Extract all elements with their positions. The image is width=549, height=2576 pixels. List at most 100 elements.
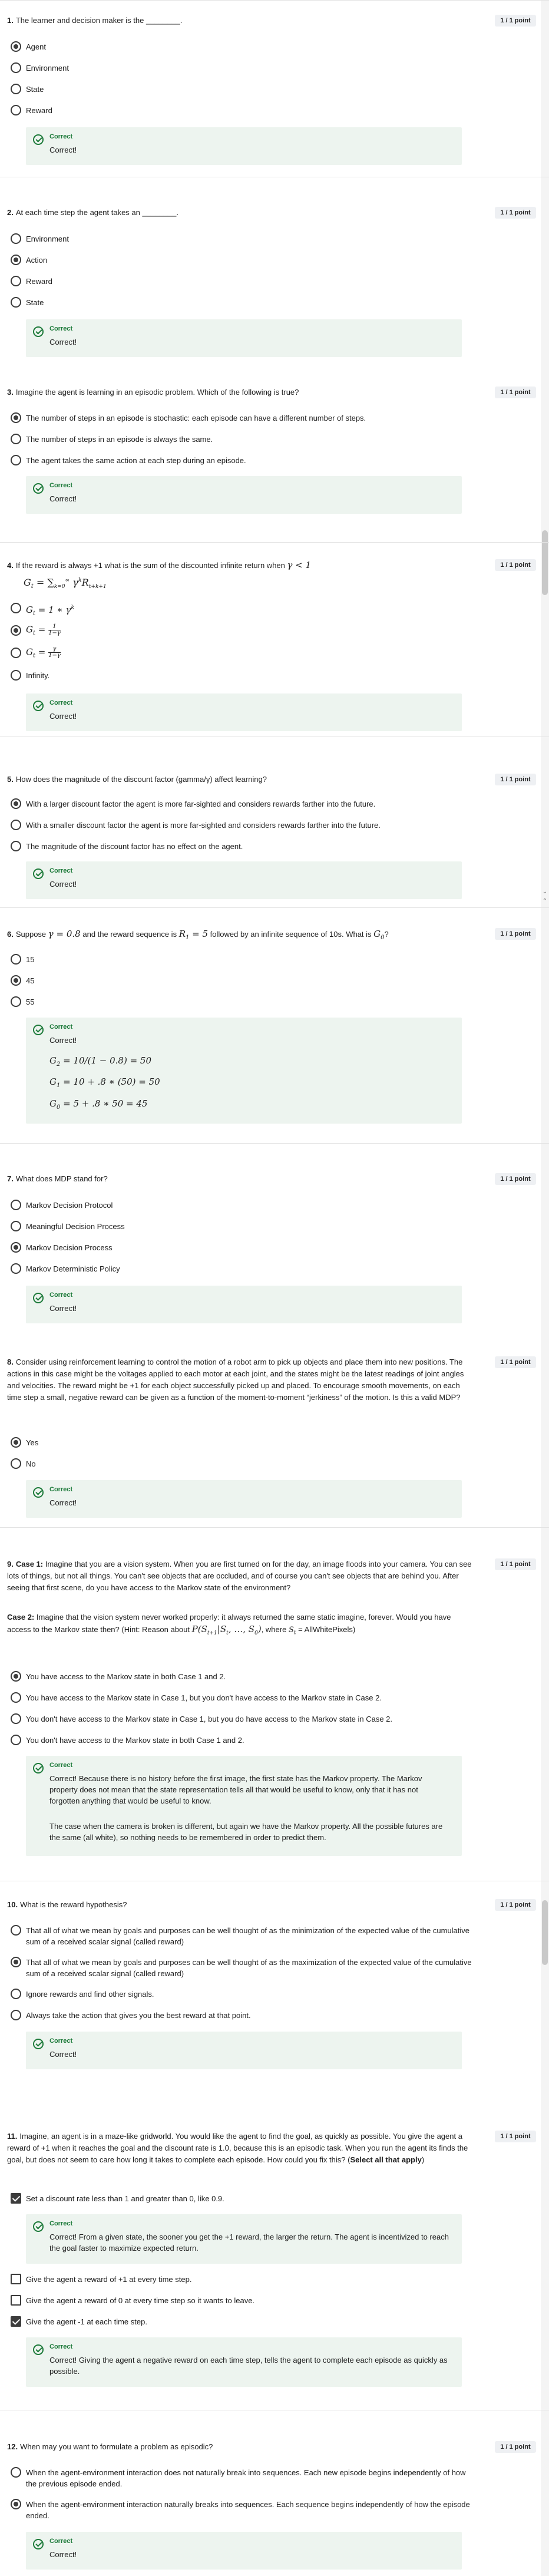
radio-option-state[interactable] xyxy=(11,84,21,94)
option-label: Yes xyxy=(26,1438,39,1447)
points-badge: 1 / 1 point xyxy=(495,928,536,940)
feedback-box: Correct Correct! xyxy=(26,1480,462,1518)
radio-option-case2-only[interactable] xyxy=(11,1713,21,1724)
question-text: 6. Suppose γ = 0.8 and the reward sequenc… xyxy=(7,929,389,941)
option-label: With a larger discount factor the agent … xyxy=(26,800,376,808)
radio-option-environment[interactable] xyxy=(11,62,21,73)
radio-option-stochastic[interactable] xyxy=(11,412,21,423)
radio-option-deterministic[interactable] xyxy=(11,1263,21,1274)
option-label: Agent xyxy=(26,42,46,51)
option-label: When the agent-environment interaction d… xyxy=(26,2468,466,2488)
check-circle-icon xyxy=(33,2539,44,2549)
radio-option-ignore-rewards[interactable] xyxy=(11,1989,21,1999)
radio-option-smaller-discount[interactable] xyxy=(11,820,21,830)
radio-option-meaningful[interactable] xyxy=(11,1221,21,1231)
points-badge: 1 / 1 point xyxy=(495,2131,536,2142)
radio-option-agent[interactable] xyxy=(11,41,21,52)
equation-g1: G1 = 10 + .8 ∗ (50) = 50 xyxy=(49,1076,160,1089)
option-label: Reward xyxy=(26,106,52,115)
radio-option-no[interactable] xyxy=(11,1458,21,1469)
check-circle-icon xyxy=(33,2344,44,2355)
question-10: 10. What is the reward hypothesis? That a… xyxy=(0,1881,549,2081)
radio-option-reward[interactable] xyxy=(11,105,21,115)
radio-option-environment[interactable] xyxy=(11,233,21,244)
radio-option-reward[interactable] xyxy=(11,276,21,286)
question-8: 8. Consider using reinforcement learning … xyxy=(0,1333,549,1527)
option-label: State xyxy=(26,298,44,307)
radio-option-infinity[interactable] xyxy=(11,670,21,681)
question-text: 8. Consider using reinforcement learning … xyxy=(7,1358,464,1402)
radio-option-neither[interactable] xyxy=(11,1735,21,1745)
radio-option-best-reward[interactable] xyxy=(11,2010,21,2020)
hint-math: P(St+1|St, …, S0) xyxy=(191,1624,262,1636)
option-label: Gt = γ 1−γ xyxy=(26,646,61,659)
question-4: 4. If the reward is always +1 what is the… xyxy=(0,542,549,737)
option-label: Always take the action that gives you th… xyxy=(26,2011,251,2020)
feedback-title: Correct xyxy=(49,1762,73,1769)
equation-g2: G2 = 10/(1 − 0.8) = 50 xyxy=(49,1055,152,1068)
option-label: Give the agent -1 at each time step. xyxy=(26,2317,147,2326)
check-circle-icon xyxy=(33,483,44,494)
feedback-title: Correct xyxy=(49,325,73,332)
option-label: You have access to the Markov state in C… xyxy=(26,1693,382,1702)
question-text: 4. If the reward is always +1 what is the… xyxy=(7,560,312,570)
feedback-title: Correct xyxy=(49,1292,73,1299)
checkbox-option-minus-one[interactable] xyxy=(11,2316,21,2327)
radio-option-state[interactable] xyxy=(11,297,21,308)
radio-option-both-access[interactable] xyxy=(11,1671,21,1682)
feedback-text: Correct! From a given state, the sooner … xyxy=(49,2232,449,2253)
condition-math: γ < 1 xyxy=(287,560,312,570)
radio-option-same-action[interactable] xyxy=(11,455,21,465)
points-badge: 1 / 1 point xyxy=(495,1356,536,1368)
option-label: Action xyxy=(26,256,48,265)
feedback-title: Correct xyxy=(49,867,73,874)
radio-option-protocol[interactable] xyxy=(11,1200,21,1210)
option-label: Markov Decision Process xyxy=(26,1243,113,1252)
radio-option-45[interactable] xyxy=(11,975,21,986)
option-label: Gt = 1 ∗ γk xyxy=(26,605,75,617)
feedback-box: Correct Correct! xyxy=(26,2032,462,2069)
feedback-text: Correct! xyxy=(49,338,77,346)
radio-option-gamma-over[interactable] xyxy=(11,648,21,658)
radio-option-naturally-breaks[interactable] xyxy=(11,2499,21,2509)
radio-option-markov-decision-process[interactable] xyxy=(11,1242,21,1253)
question-1: 1. The learner and decision maker is the … xyxy=(0,0,549,177)
question-9: 9. Case 1: Imagine that you are a vision … xyxy=(0,1527,549,1881)
radio-option-case1-only[interactable] xyxy=(11,1692,21,1703)
radio-option-no-effect[interactable] xyxy=(11,841,21,851)
radio-option-maximization[interactable] xyxy=(11,1957,21,1967)
feedback-text: Correct! xyxy=(49,880,77,889)
checkbox-option-plus-one[interactable] xyxy=(11,2274,21,2284)
option-label: 45 xyxy=(26,976,35,985)
radio-option-yes[interactable] xyxy=(11,1437,21,1448)
radio-option-gamma-k[interactable] xyxy=(11,603,21,613)
checkbox-option-discount-rate[interactable] xyxy=(11,2193,21,2204)
question-12: 12. When may you want to formulate a prob… xyxy=(0,2410,549,2576)
points-badge: 1 / 1 point xyxy=(495,2441,536,2453)
feedback-title: Correct xyxy=(49,133,73,140)
points-badge: 1 / 1 point xyxy=(495,387,536,398)
option-label: With a smaller discount factor the agent… xyxy=(26,821,381,830)
feedback-box: Correct Correct! xyxy=(26,861,462,899)
question-text: 10. What is the reward hypothesis? xyxy=(7,1900,127,1909)
option-label: The magnitude of the discount factor has… xyxy=(26,842,243,851)
checkbox-option-zero-reward[interactable] xyxy=(11,2295,21,2306)
feedback-title: Correct xyxy=(49,2037,73,2045)
option-label: You don't have access to the Markov stat… xyxy=(26,1736,244,1745)
radio-option-not-naturally[interactable] xyxy=(11,2467,21,2478)
feedback-title: Correct xyxy=(49,482,73,489)
radio-option-55[interactable] xyxy=(11,996,21,1007)
radio-option-minimization[interactable] xyxy=(11,1925,21,1936)
radio-option-15[interactable] xyxy=(11,954,21,965)
radio-option-one-over[interactable] xyxy=(11,625,21,636)
option-label: Markov Deterministic Policy xyxy=(26,1264,120,1273)
radio-option-larger-discount[interactable] xyxy=(11,798,21,809)
check-circle-icon xyxy=(33,1763,44,1774)
radio-option-action[interactable] xyxy=(11,255,21,265)
option-label: State xyxy=(26,85,44,94)
equation-g0: G0 = 5 + .8 ∗ 50 = 45 xyxy=(49,1098,148,1111)
points-badge: 1 / 1 point xyxy=(495,559,536,571)
option-label: The number of steps in an episode is alw… xyxy=(26,435,213,444)
question-text: 1. The learner and decision maker is the … xyxy=(7,16,183,25)
radio-option-same-steps[interactable] xyxy=(11,434,21,444)
